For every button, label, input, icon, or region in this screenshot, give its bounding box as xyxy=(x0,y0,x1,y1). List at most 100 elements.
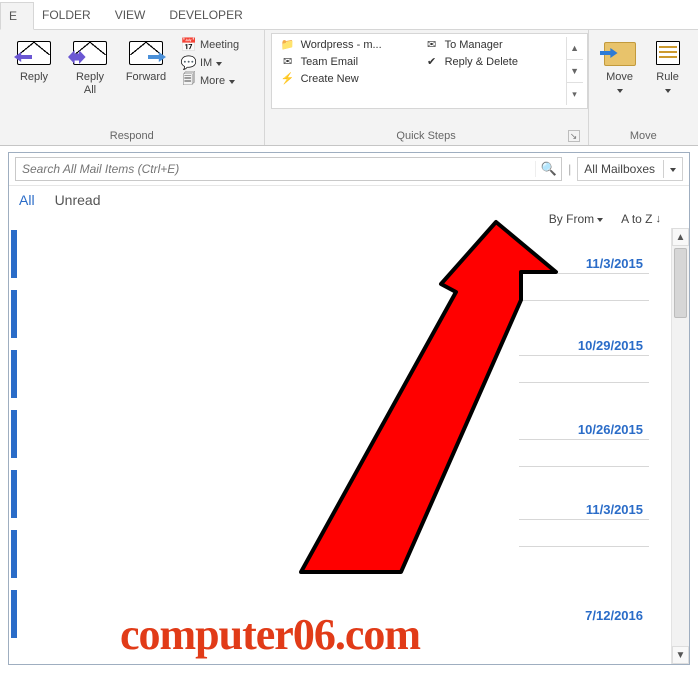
group-label-quicksteps: Quick Steps xyxy=(396,130,455,142)
quickstep-label: Create New xyxy=(301,73,359,85)
sort-by-label: By From xyxy=(549,212,594,226)
search-bar-row: 🔍 | All Mailboxes xyxy=(9,153,689,186)
to-manager-icon: ✉ xyxy=(424,38,440,51)
lightning-icon: ⚡ xyxy=(280,72,296,85)
move-label: Move xyxy=(597,71,643,84)
message-date: 10/26/2015 xyxy=(519,420,649,439)
im-label: IM xyxy=(200,57,212,69)
quicksteps-up-button[interactable]: ▲ xyxy=(567,37,583,59)
move-folder-icon xyxy=(602,38,638,68)
meeting-label: Meeting xyxy=(200,39,239,51)
group-label-move: Move xyxy=(595,129,692,144)
quicksteps-scroller: ▲ ▼ ▾ xyxy=(566,37,583,105)
sort-row: By From A to Z ↓ xyxy=(9,212,689,228)
search-scope-dropdown[interactable]: All Mailboxes xyxy=(577,157,683,181)
rules-icon xyxy=(653,38,683,68)
message-row[interactable] xyxy=(519,439,649,467)
search-scope-label: All Mailboxes xyxy=(584,162,655,176)
sort-ascending-icon: ↓ xyxy=(656,213,662,225)
move-button[interactable]: Move xyxy=(595,33,645,96)
unread-strip xyxy=(11,590,17,638)
message-date: 10/29/2015 xyxy=(519,336,649,355)
move-folder-icon: 📁 xyxy=(280,38,296,51)
unread-strip xyxy=(11,470,17,518)
filter-row: All Unread xyxy=(9,186,689,212)
tab-developer[interactable]: DEVELOPER xyxy=(161,2,258,28)
message-group[interactable]: 11/3/2015 xyxy=(519,254,649,301)
unread-strip xyxy=(11,230,17,278)
reply-all-icon xyxy=(73,41,107,65)
scroll-down-button[interactable]: ▼ xyxy=(672,646,689,664)
quickstep-label: To Manager xyxy=(445,39,503,51)
more-label: More xyxy=(200,75,225,87)
message-group[interactable]: 7/12/2016 xyxy=(519,606,649,625)
message-row[interactable] xyxy=(519,355,649,383)
message-date: 7/12/2016 xyxy=(519,606,649,625)
rules-label: Rule xyxy=(647,71,689,84)
quicksteps-expand-button[interactable]: ▾ xyxy=(567,83,583,105)
quickstep-create-new[interactable]: ⚡ Create New xyxy=(276,71,414,86)
unread-strip xyxy=(11,530,17,578)
message-row[interactable] xyxy=(519,273,649,301)
message-group[interactable]: 11/3/2015 xyxy=(519,500,649,547)
message-group[interactable]: 10/29/2015 xyxy=(519,336,649,383)
message-list: 11/3/2015 10/29/2015 10/26/2015 11/3/201… xyxy=(9,228,689,664)
ribbon-group-respond: Reply Reply All Forward 📅 Meeting 💬 IM xyxy=(0,30,265,145)
tab-home-partial[interactable]: E xyxy=(0,2,34,30)
unread-indicator-column xyxy=(9,228,21,664)
filter-all[interactable]: All xyxy=(19,192,35,208)
rules-button[interactable]: Rule xyxy=(645,33,691,96)
vertical-scrollbar: ▲ ▼ xyxy=(671,228,689,664)
search-box: 🔍 xyxy=(15,157,562,181)
quickstep-label: Reply & Delete xyxy=(445,56,518,68)
reply-all-label: Reply All xyxy=(64,71,116,96)
reply-all-button[interactable]: Reply All xyxy=(62,33,118,96)
chevron-down-icon xyxy=(216,62,222,66)
menu-tab-strip: E FOLDER VIEW DEVELOPER xyxy=(0,0,698,30)
quickstep-team-email[interactable]: ✉ Team Email xyxy=(276,54,414,69)
quicksteps-down-button[interactable]: ▼ xyxy=(567,60,583,82)
scroll-thumb[interactable] xyxy=(674,248,687,318)
quickstep-to-manager[interactable]: ✉ To Manager xyxy=(420,37,558,52)
quickstep-label: Team Email xyxy=(301,56,358,68)
sort-order-atoz[interactable]: A to Z ↓ xyxy=(621,212,661,226)
forward-button[interactable]: Forward xyxy=(118,33,174,84)
reply-label: Reply xyxy=(8,71,60,84)
quickstep-label: Wordpress - m... xyxy=(301,39,382,51)
forward-icon xyxy=(129,41,163,65)
chevron-down-icon xyxy=(665,89,671,93)
more-respond-button[interactable]: 🗐 More xyxy=(178,73,243,89)
unread-strip xyxy=(11,410,17,458)
quicksteps-dialog-launcher[interactable]: ↘ xyxy=(568,130,580,142)
sort-order-label: A to Z xyxy=(621,212,652,226)
im-icon: 💬 xyxy=(182,56,196,70)
tab-folder[interactable]: FOLDER xyxy=(34,2,107,28)
sort-by-from[interactable]: By From xyxy=(549,212,603,226)
reply-button[interactable]: Reply xyxy=(6,33,62,84)
separator-pipe: | xyxy=(568,162,571,176)
meeting-button[interactable]: 📅 Meeting xyxy=(178,37,243,53)
filter-unread[interactable]: Unread xyxy=(55,192,101,208)
mail-list-panel: 🔍 | All Mailboxes All Unread By From A t… xyxy=(8,152,690,665)
more-icon: 🗐 xyxy=(182,74,196,88)
quickstep-wordpress[interactable]: 📁 Wordpress - m... xyxy=(276,37,414,52)
message-group[interactable]: 10/26/2015 xyxy=(519,420,649,467)
im-button[interactable]: 💬 IM xyxy=(178,55,243,71)
reply-delete-icon: ✔ xyxy=(424,55,440,68)
ribbon-group-move: Move Rule Move xyxy=(589,30,698,145)
group-label-respond: Respond xyxy=(6,129,258,144)
meeting-icon: 📅 xyxy=(182,38,196,52)
unread-strip xyxy=(11,350,17,398)
search-icon: 🔍 xyxy=(541,161,557,177)
scroll-up-button[interactable]: ▲ xyxy=(672,228,689,246)
ribbon: Reply Reply All Forward 📅 Meeting 💬 IM xyxy=(0,30,698,146)
search-input[interactable] xyxy=(16,162,535,176)
message-date: 11/3/2015 xyxy=(519,254,649,273)
tab-view[interactable]: VIEW xyxy=(107,2,162,28)
chevron-down-icon xyxy=(597,218,603,222)
forward-label: Forward xyxy=(120,71,172,84)
quickstep-reply-delete[interactable]: ✔ Reply & Delete xyxy=(420,54,558,69)
team-email-icon: ✉ xyxy=(280,55,296,68)
message-row[interactable] xyxy=(519,519,649,547)
search-button[interactable]: 🔍 xyxy=(535,161,561,177)
